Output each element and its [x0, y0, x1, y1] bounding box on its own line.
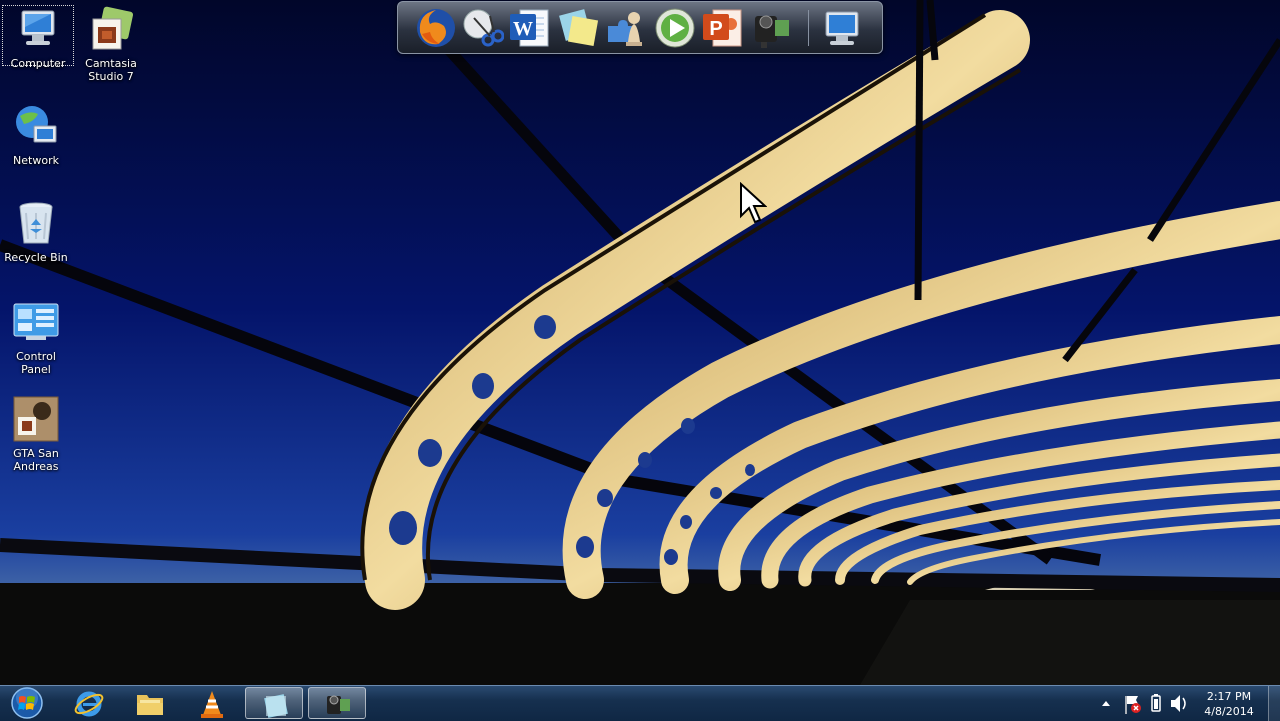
clock-time: 2:17 PM — [1206, 690, 1252, 703]
desktop-icon-label: Recycle Bin — [4, 251, 68, 264]
gta-icon — [13, 396, 59, 442]
dock-item-camera-recorder[interactable] — [749, 6, 793, 50]
windows-explorer-icon — [137, 695, 163, 715]
taskbar-internet-explorer[interactable] — [60, 687, 118, 719]
desktop-icon-label: Control Panel — [16, 350, 56, 376]
taskbar-camtasia-recorder[interactable] — [308, 687, 366, 719]
desktop-icon-control-panel[interactable]: Control Panel — [0, 298, 72, 376]
dock-item-puzzle-chess[interactable] — [604, 6, 648, 50]
taskbar-sticky-notes[interactable] — [245, 687, 303, 719]
dock-separator — [808, 10, 809, 46]
camtasia-icon — [92, 6, 134, 50]
internet-explorer-icon — [74, 691, 104, 717]
taskbar-vlc[interactable] — [183, 687, 241, 719]
desktop-icon-gta-san-andreas[interactable]: GTA San Andreas — [0, 395, 72, 473]
desktop-icon-label: Network — [13, 154, 59, 167]
dock-launcher: W P — [397, 1, 883, 54]
computer-icon — [21, 10, 55, 45]
svg-text:W: W — [513, 18, 533, 40]
camtasia-recorder-icon — [327, 695, 350, 714]
volume-icon[interactable] — [1168, 686, 1190, 721]
dock-item-computer[interactable] — [820, 6, 864, 50]
sticky-notes-icon — [264, 694, 288, 718]
action-center-icon[interactable] — [1122, 686, 1142, 721]
desktop-icon-computer[interactable]: Computer — [2, 5, 74, 70]
svg-text:P: P — [709, 18, 722, 40]
desktop-icon-camtasia[interactable]: Camtasia Studio 7 — [75, 5, 147, 83]
desktop-icon-recycle-bin[interactable]: Recycle Bin — [0, 199, 72, 264]
snipping-tool-icon — [463, 9, 505, 47]
dock-item-firefox[interactable] — [414, 6, 458, 50]
camera-recorder-icon — [755, 15, 789, 48]
system-clock[interactable]: 2:17 PM 4/8/2014 — [1196, 689, 1262, 719]
computer-icon — [825, 11, 859, 45]
show-hidden-icons-icon[interactable] — [1098, 686, 1114, 721]
battery-icon[interactable] — [1147, 686, 1165, 721]
firefox-icon — [417, 9, 455, 47]
desktop-icon-label: Computer — [10, 57, 66, 70]
desktop-icon-label: GTA San Andreas — [13, 447, 59, 473]
network-icon — [16, 106, 57, 143]
sticky-notes-icon — [559, 9, 599, 47]
dock-item-sticky-notes[interactable] — [556, 6, 600, 50]
dock-item-media-player[interactable] — [653, 6, 697, 50]
desktop-icon-label: Camtasia Studio 7 — [85, 57, 137, 83]
show-desktop-button[interactable] — [1268, 686, 1280, 721]
dock-item-snipping-tool[interactable] — [460, 6, 505, 50]
taskbar: 2:17 PM 4/8/2014 — [0, 685, 1280, 721]
dock-item-word[interactable]: W — [508, 6, 552, 50]
media-player-icon — [655, 8, 695, 48]
recycle-bin-icon — [19, 202, 53, 244]
control-panel-icon — [13, 303, 59, 340]
dock-item-powerpoint[interactable]: P — [701, 6, 745, 50]
puzzle-chess-icon — [608, 12, 642, 46]
taskbar-windows-explorer[interactable] — [121, 687, 179, 719]
desktop-wallpaper — [0, 0, 1280, 685]
clock-date: 4/8/2014 — [1204, 705, 1254, 718]
desktop-icon-network[interactable]: Network — [0, 102, 72, 167]
word-icon: W — [510, 9, 549, 47]
vlc-icon — [201, 691, 223, 718]
powerpoint-icon: P — [703, 9, 742, 47]
mouse-cursor — [740, 182, 767, 224]
start-button[interactable] — [6, 686, 46, 721]
